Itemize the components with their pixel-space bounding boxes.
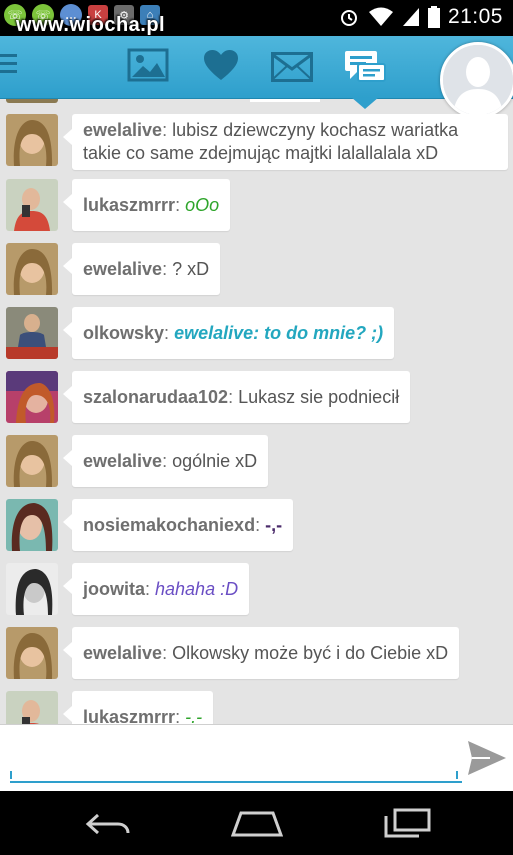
- message-username[interactable]: szalonarudaa102: [83, 387, 228, 407]
- send-icon[interactable]: [466, 739, 508, 777]
- message-username[interactable]: ewelalive: [83, 451, 162, 471]
- message-username[interactable]: lukaszmrrr: [83, 707, 175, 724]
- message-username[interactable]: olkowsky: [83, 323, 164, 343]
- gallery-icon[interactable]: [127, 48, 169, 82]
- avatar[interactable]: [6, 435, 58, 487]
- message-text: ewelalive: to do mnie? ;): [174, 323, 384, 343]
- message-text: oOo: [185, 195, 220, 215]
- message-username[interactable]: joowita: [83, 579, 145, 599]
- message-text: ? xD: [172, 259, 210, 279]
- avatar[interactable]: [6, 179, 58, 231]
- watermark: www.wiocha.pl: [16, 14, 166, 36]
- wifi-icon: [368, 7, 393, 26]
- message-composer: [0, 724, 513, 792]
- message-username[interactable]: nosiemakochaniexd: [83, 515, 255, 535]
- chat-icon[interactable]: [344, 50, 386, 86]
- message-text: hahaha :D: [155, 579, 239, 599]
- system-icons: 21:05: [338, 5, 503, 29]
- chat-messages[interactable]: ewelalive: lubisz dziewczyny kochasz war…: [0, 99, 513, 724]
- message-username[interactable]: ewelalive: [83, 643, 162, 663]
- avatar[interactable]: [6, 243, 58, 295]
- avatar[interactable]: [6, 371, 58, 423]
- avatar[interactable]: [6, 563, 58, 615]
- message-text: -,-: [265, 515, 283, 535]
- menu-icon[interactable]: [0, 54, 18, 78]
- alarm-icon: [340, 10, 357, 26]
- message-username[interactable]: lukaszmrrr: [83, 195, 175, 215]
- avatar[interactable]: [6, 691, 58, 724]
- recent-apps-icon[interactable]: [383, 808, 431, 838]
- message-text: Lukasz sie podniecił: [238, 387, 400, 407]
- avatar[interactable]: [6, 114, 58, 166]
- previous-bubble-edge: [250, 99, 320, 102]
- avatar[interactable]: [6, 627, 58, 679]
- message-input[interactable]: [10, 745, 462, 783]
- avatar[interactable]: [6, 499, 58, 551]
- avatar[interactable]: [6, 307, 58, 359]
- message-text: -.-: [185, 707, 203, 724]
- toolbar: [0, 36, 513, 99]
- message-text: Olkowsky może być i do Ciebie xD: [172, 643, 449, 663]
- battery-icon: [427, 6, 440, 28]
- clock: 21:05: [447, 5, 503, 28]
- heart-icon[interactable]: [203, 50, 239, 82]
- message-username[interactable]: ewelalive: [83, 120, 162, 140]
- input-underline-right: [456, 771, 458, 779]
- navigation-bar: [0, 791, 513, 855]
- mail-icon[interactable]: [271, 52, 313, 82]
- back-icon[interactable]: [84, 811, 130, 837]
- previous-avatar-edge: [6, 99, 58, 103]
- home-icon[interactable]: [231, 811, 283, 837]
- message-text: ogólnie xD: [172, 451, 258, 471]
- message-username[interactable]: ewelalive: [83, 259, 162, 279]
- signal-icon: [402, 8, 419, 26]
- input-underline-left: [10, 771, 12, 779]
